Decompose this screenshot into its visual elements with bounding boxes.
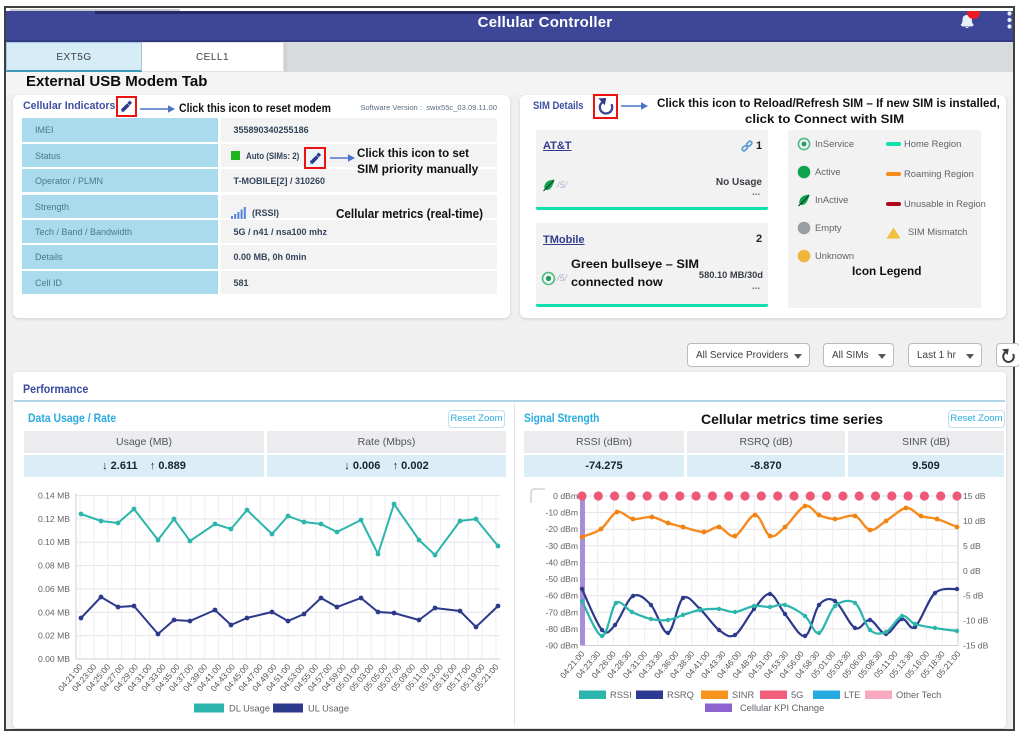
svg-text:-60 dBm: -60 dBm bbox=[546, 591, 578, 601]
svg-text:15 dB: 15 dB bbox=[963, 491, 986, 501]
svg-text:-50 dBm: -50 dBm bbox=[546, 574, 578, 584]
svg-text:-10 dB: -10 dB bbox=[963, 616, 989, 626]
svg-text:Other Tech: Other Tech bbox=[896, 690, 941, 700]
svg-text:RSSI: RSSI bbox=[610, 690, 632, 700]
svg-text:0 dBm: 0 dBm bbox=[553, 491, 578, 501]
svg-text:0 dB: 0 dB bbox=[963, 566, 981, 576]
svg-text:SINR: SINR bbox=[732, 690, 754, 700]
svg-text:-10 dBm: -10 dBm bbox=[546, 508, 578, 518]
svg-text:-80 dBm: -80 dBm bbox=[546, 624, 578, 634]
svg-text:-20 dBm: -20 dBm bbox=[546, 524, 578, 534]
svg-text:-5 dB: -5 dB bbox=[963, 591, 984, 601]
svg-text:LTE: LTE bbox=[844, 690, 860, 700]
svg-text:RSRQ: RSRQ bbox=[667, 690, 694, 700]
svg-text:5G: 5G bbox=[791, 690, 803, 700]
svg-text:-15 dB: -15 dB bbox=[963, 641, 989, 651]
svg-text:-90 dBm: -90 dBm bbox=[546, 641, 578, 651]
svg-text:10 dB: 10 dB bbox=[963, 516, 986, 526]
svg-text:5 dB: 5 dB bbox=[963, 541, 981, 551]
svg-text:-70 dBm: -70 dBm bbox=[546, 607, 578, 617]
svg-text:-30 dBm: -30 dBm bbox=[546, 541, 578, 551]
svg-text:Cellular KPI Change: Cellular KPI Change bbox=[740, 703, 824, 713]
svg-text:-40 dBm: -40 dBm bbox=[546, 557, 578, 567]
